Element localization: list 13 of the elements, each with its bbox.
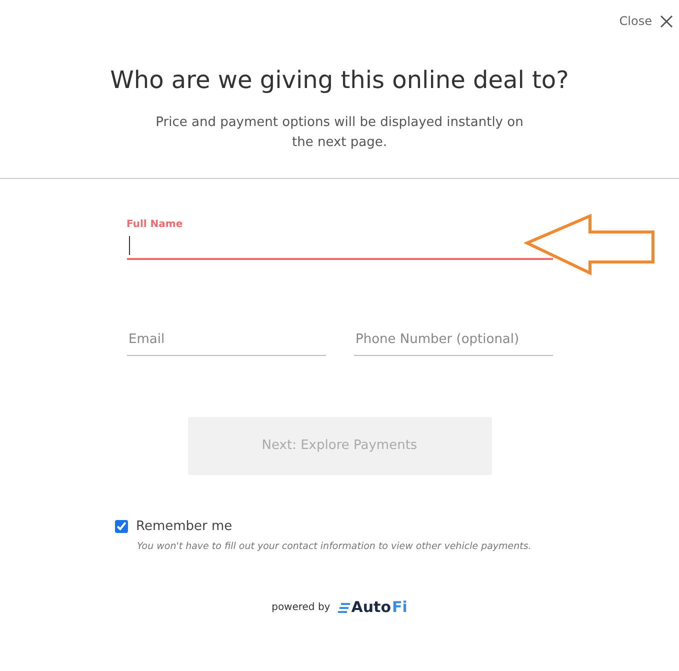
subtitle-text: Price and payment options will be displayed instantly on the next page. xyxy=(154,114,524,152)
remember-checkbox[interactable] xyxy=(115,520,128,533)
close-button[interactable]: Close xyxy=(619,10,673,32)
dialog-title: Who are we giving this online deal to? xyxy=(109,66,570,95)
powered-by-text: powered by xyxy=(272,601,330,616)
brand-logo: AutoFi xyxy=(338,596,408,619)
field-label: Full Name xyxy=(126,218,184,232)
input-field[interactable]: Phone Number (optional) xyxy=(354,328,552,356)
checkbox-label: Remember me xyxy=(136,518,232,536)
close-icon xyxy=(660,14,673,28)
hint-text: You won't have to fill out your contact information to view other vehicle payments. xyxy=(137,540,532,554)
input-field[interactable]: Email xyxy=(126,328,326,356)
input-field[interactable] xyxy=(126,236,552,260)
